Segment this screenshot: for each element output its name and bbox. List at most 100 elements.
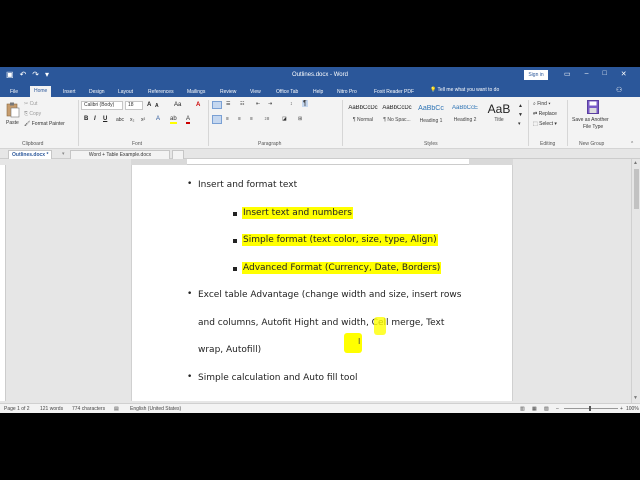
minimize-icon[interactable]: – <box>585 70 589 78</box>
bullet-text[interactable]: Excel table Advantage (change width and … <box>198 290 461 300</box>
tab-insert[interactable]: Insert <box>63 87 76 97</box>
tab-review[interactable]: Review <box>220 87 236 97</box>
style-heading-1[interactable]: AaBbCc Heading 1 <box>414 102 448 132</box>
ribbon-display-icon[interactable]: ▭ <box>564 70 571 78</box>
decrease-indent-icon[interactable]: ⇤ <box>256 101 260 107</box>
styles-more-icon[interactable]: ▾ <box>518 121 521 127</box>
line-spacing-icon[interactable]: ↕≡ <box>264 116 269 122</box>
scroll-thumb[interactable] <box>634 169 639 209</box>
web-layout-icon[interactable]: ▧ <box>544 406 549 412</box>
justify-icon[interactable]: ≡ <box>250 116 253 122</box>
save-as-label-2[interactable]: File Type <box>583 124 603 130</box>
zoom-in-icon[interactable]: + <box>620 406 623 412</box>
highlighted-text[interactable]: Advanced Format (Currency, Date, Borders… <box>242 262 442 274</box>
sort-icon[interactable]: ↕ <box>290 101 293 107</box>
borders-icon[interactable]: ⊞ <box>298 116 302 122</box>
continuation-text[interactable]: and columns, Autofit Hight and width, Ce… <box>198 318 444 328</box>
vertical-ruler[interactable] <box>0 165 6 401</box>
print-layout-icon[interactable]: ▦ <box>532 406 537 412</box>
tab-view[interactable]: View <box>250 87 261 97</box>
character-count[interactable]: 774 characters <box>72 406 105 412</box>
text-effects-icon[interactable]: A <box>156 116 160 122</box>
zoom-slider[interactable] <box>564 408 618 409</box>
replace-button[interactable]: ⇄ Replace <box>533 111 557 117</box>
doc-tab-outlines[interactable]: Outlines.docx * <box>8 150 53 159</box>
superscript-icon[interactable]: x² <box>141 117 145 123</box>
styles-scroll-up-icon[interactable]: ▲ <box>518 103 523 109</box>
document-page[interactable]: • Insert and format text Insert text and… <box>131 165 513 401</box>
cut-button[interactable]: ✂ Cut <box>24 101 37 107</box>
strikethrough-icon[interactable]: abc <box>116 117 124 123</box>
select-button[interactable]: ⬚ Select ▾ <box>533 121 557 127</box>
align-right-icon[interactable]: ≡ <box>238 116 241 122</box>
underline-button[interactable]: U <box>103 116 107 122</box>
scroll-down-icon[interactable]: ▼ <box>633 395 638 401</box>
font-name-combo[interactable]: Calibri (Body) <box>81 101 123 110</box>
word-count[interactable]: 121 words <box>40 406 63 412</box>
restore-icon[interactable]: □ <box>603 70 607 78</box>
highlighted-text[interactable]: Simple format (text color, size, type, A… <box>242 234 438 246</box>
zoom-slider-thumb[interactable] <box>589 406 591 411</box>
sign-in-button[interactable]: Sign in <box>524 70 548 80</box>
tab-references[interactable]: References <box>148 87 174 97</box>
numbering-icon[interactable]: ☰ <box>226 101 230 107</box>
multilevel-list-icon[interactable]: ☷ <box>240 101 244 107</box>
new-tab-button[interactable] <box>172 150 184 159</box>
tab-nitro-pro[interactable]: Nitro Pro <box>337 87 357 97</box>
read-mode-icon[interactable]: ▥ <box>520 406 525 412</box>
highlighted-text[interactable]: Insert text and numbers <box>242 207 353 219</box>
format-painter-button[interactable]: 🖌 Format Painter <box>24 121 65 127</box>
tab-office-tab[interactable]: Office Tab <box>276 87 298 97</box>
save-as-icon[interactable] <box>587 100 599 116</box>
tab-home[interactable]: Home <box>30 86 52 97</box>
zoom-level[interactable]: 100% <box>626 406 639 412</box>
copy-button[interactable]: ⎘ Copy <box>24 111 41 117</box>
show-marks-icon[interactable]: ¶ <box>302 100 308 107</box>
style-heading-2[interactable]: AaBbCcE Heading 2 <box>448 102 482 132</box>
doc-tab-word-table[interactable]: Word + Table Example.docx <box>70 150 170 159</box>
collapse-ribbon-icon[interactable]: ⌃ <box>630 141 634 147</box>
subscript-icon[interactable]: x₂ <box>130 117 134 123</box>
tab-layout[interactable]: Layout <box>118 87 133 97</box>
tab-help[interactable]: Help <box>313 87 323 97</box>
italic-button[interactable]: I <box>94 116 96 122</box>
close-tab-icon[interactable]: ▾ <box>62 151 65 157</box>
font-size-combo[interactable]: 18 <box>125 101 143 110</box>
paste-button[interactable]: Paste <box>6 120 19 126</box>
shading-icon[interactable]: ◪ <box>282 116 287 122</box>
highlight-color-icon[interactable]: ab <box>170 116 177 124</box>
font-color-icon[interactable]: A <box>186 116 191 124</box>
bullet-text[interactable]: Simple calculation and Auto fill tool <box>198 373 357 383</box>
tab-file[interactable]: File <box>10 87 18 97</box>
language[interactable]: English (United States) <box>130 406 181 412</box>
change-case-button[interactable]: Aa <box>174 102 181 108</box>
tab-foxit-reader[interactable]: Foxit Reader PDF <box>374 87 414 97</box>
tell-me-box[interactable]: 💡 Tell me what you want to do <box>430 87 499 93</box>
scroll-up-icon[interactable]: ▲ <box>633 160 638 166</box>
vertical-scrollbar[interactable]: ▲ ▼ <box>631 159 640 403</box>
style-title[interactable]: AaB Title <box>482 102 516 132</box>
clear-formatting-button[interactable]: A <box>196 102 200 108</box>
style-normal[interactable]: AaBbCcDc ¶ Normal <box>346 102 380 132</box>
styles-scroll-down-icon[interactable]: ▼ <box>518 112 523 118</box>
find-button[interactable]: ⌕ Find ▾ <box>533 101 550 107</box>
paste-icon[interactable] <box>6 102 20 118</box>
save-as-label-1[interactable]: Save as Another <box>572 117 609 123</box>
bullet-text[interactable]: Insert and format text <box>198 180 297 190</box>
tab-design[interactable]: Design <box>89 87 105 97</box>
proofing-icon[interactable]: ▤ <box>114 406 119 412</box>
increase-indent-icon[interactable]: ⇥ <box>268 101 272 107</box>
align-left-icon[interactable] <box>212 115 222 124</box>
share-icon[interactable]: ⚇ <box>616 86 622 94</box>
zoom-out-icon[interactable]: – <box>556 406 559 412</box>
bold-button[interactable]: B <box>84 116 88 122</box>
continuation-text[interactable]: wrap, Autofill) <box>198 345 261 355</box>
shrink-font-button[interactable]: A <box>155 103 159 109</box>
style-no-spacing[interactable]: AaBbCcDc ¶ No Spac... <box>380 102 414 132</box>
grow-font-button[interactable]: A <box>147 102 151 108</box>
bullets-icon[interactable] <box>212 101 222 109</box>
align-center-icon[interactable]: ≡ <box>226 116 229 122</box>
page-count[interactable]: Page 1 of 2 <box>4 406 30 412</box>
close-icon[interactable]: ✕ <box>621 70 627 78</box>
tab-mailings[interactable]: Mailings <box>187 87 205 97</box>
